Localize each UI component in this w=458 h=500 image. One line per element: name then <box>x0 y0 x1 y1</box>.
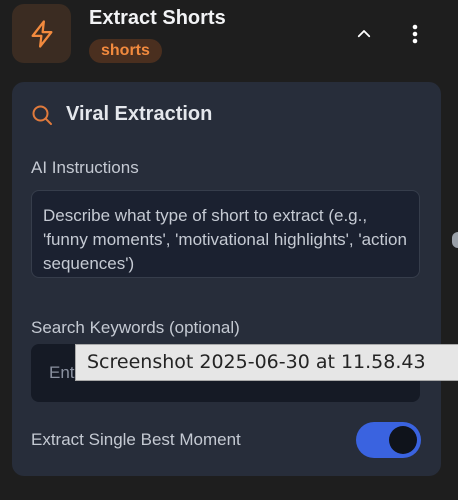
viral-extraction-panel <box>12 82 441 476</box>
search-keywords-label: Search Keywords (optional) <box>31 318 240 337</box>
single-best-moment-label: Extract Single Best Moment <box>31 430 241 449</box>
filename-tooltip: Screenshot 2025-06-30 at 11.58.43 <box>75 344 458 381</box>
node-header: Extract Shorts shorts <box>0 0 458 74</box>
more-vertical-icon <box>412 24 418 44</box>
search-icon <box>32 105 52 125</box>
node-type-badge: shorts <box>89 39 162 63</box>
node-title: Extract Shorts <box>89 7 226 29</box>
ai-instructions-label: AI Instructions <box>31 158 139 177</box>
more-options-button[interactable] <box>405 20 425 48</box>
chevron-up-icon <box>357 30 371 38</box>
node-icon-tile <box>12 4 71 63</box>
section-title: Viral Extraction <box>66 103 213 125</box>
single-best-moment-toggle[interactable] <box>356 422 421 458</box>
collapse-button[interactable] <box>350 20 378 48</box>
ai-instructions-textarea[interactable]: Describe what type of short to extract (… <box>31 190 420 278</box>
toggle-knob <box>389 426 417 454</box>
scroll-handle[interactable] <box>452 232 458 248</box>
lightning-bolt-icon <box>31 19 52 48</box>
